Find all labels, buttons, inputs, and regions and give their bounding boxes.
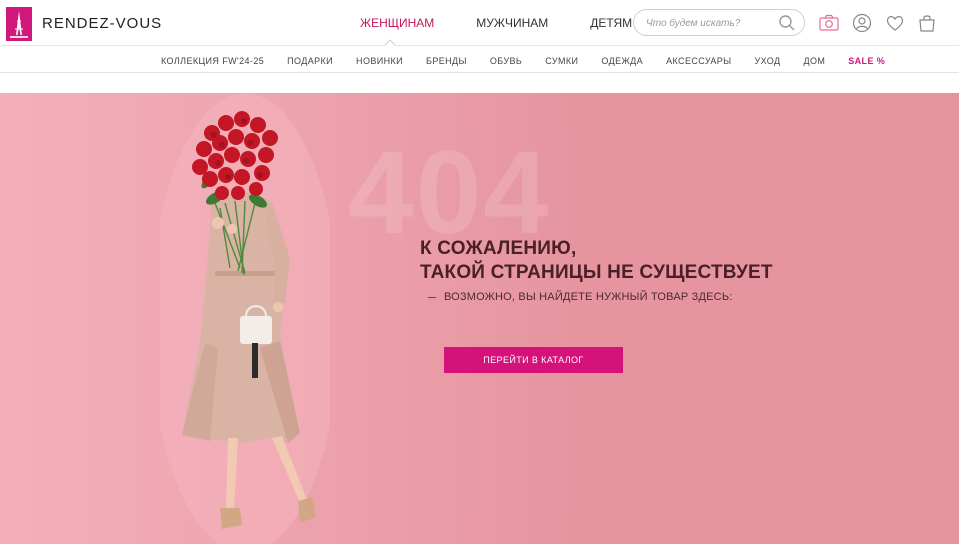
category-home[interactable]: ДОМ (803, 56, 825, 66)
main-nav-kids[interactable]: ДЕТЯМ (590, 16, 632, 30)
category-brands[interactable]: БРЕНДЫ (426, 56, 467, 66)
hint-dash (428, 297, 436, 298)
category-sale[interactable]: SALE % (848, 56, 885, 66)
error-hint: ВОЗМОЖНО, ВЫ НАЙДЕТЕ НУЖНЫЙ ТОВАР ЗДЕСЬ: (444, 291, 733, 303)
brand-name[interactable]: RENDEZ-VOUS (42, 15, 162, 32)
error-hero: 404 К СОЖАЛЕНИЮ, ТАКОЙ СТРАНИЦЫ НЕ СУЩЕС… (0, 93, 959, 544)
main-nav: ЖЕНЩИНАМ МУЖЧИНАМ ДЕТЯМ (360, 16, 674, 30)
search-input[interactable] (646, 15, 774, 31)
main-nav-men[interactable]: МУЖЧИНАМ (476, 16, 548, 30)
search-box (633, 9, 805, 36)
category-new[interactable]: НОВИНКИ (356, 56, 403, 66)
logo-icon[interactable] (6, 7, 32, 41)
user-icon[interactable] (851, 12, 873, 34)
category-care[interactable]: УХОД (755, 56, 781, 66)
category-bags[interactable]: СУМКИ (545, 56, 578, 66)
error-title-line2: ТАКОЙ СТРАНИЦЫ НЕ СУЩЕСТВУЕТ (420, 262, 773, 283)
category-bar: КОЛЛЕКЦИЯ FW'24-25 ПОДАРКИ НОВИНКИ БРЕНД… (0, 51, 959, 73)
category-clothing[interactable]: ОДЕЖДА (601, 56, 643, 66)
camera-icon[interactable] (818, 12, 840, 34)
category-shoes[interactable]: ОБУВЬ (490, 56, 522, 66)
heart-icon[interactable] (884, 12, 906, 34)
category-gifts[interactable]: ПОДАРКИ (287, 56, 333, 66)
model-with-roses-image (160, 93, 330, 544)
site-header: RENDEZ-VOUS ЖЕНЩИНАМ МУЖЧИНАМ ДЕТЯМ (0, 0, 959, 51)
search-icon[interactable] (778, 14, 796, 32)
category-collection[interactable]: КОЛЛЕКЦИЯ FW'24-25 (161, 56, 264, 66)
bag-icon[interactable] (916, 12, 938, 34)
go-to-catalog-button[interactable]: ПЕРЕЙТИ В КАТАЛОГ (444, 347, 623, 373)
main-nav-women[interactable]: ЖЕНЩИНАМ (360, 16, 434, 30)
category-accessories[interactable]: АКСЕССУАРЫ (666, 56, 731, 66)
active-nav-indicator (384, 39, 396, 51)
error-title-line1: К СОЖАЛЕНИЮ, (420, 238, 577, 259)
